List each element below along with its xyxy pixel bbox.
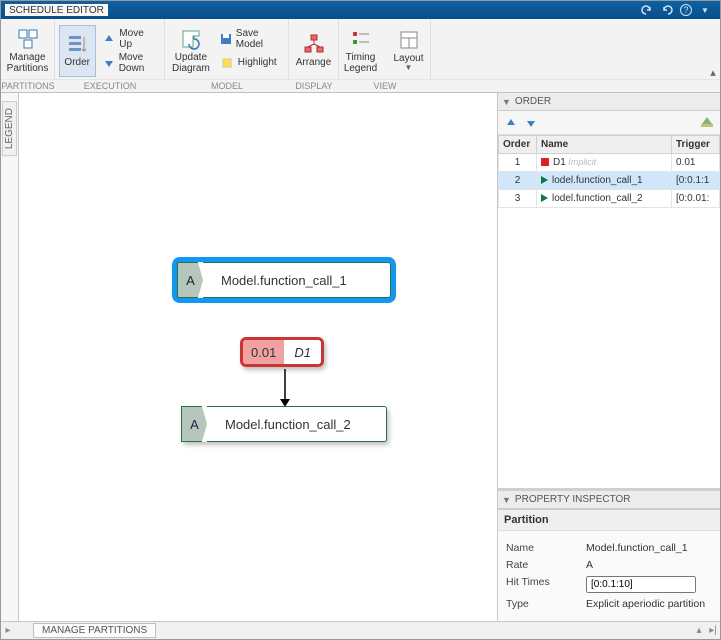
update-diagram-button[interactable]: Update Diagram: [169, 25, 213, 77]
col-name[interactable]: Name: [537, 136, 672, 154]
order-button[interactable]: Order: [59, 25, 96, 77]
window-title: SCHEDULE EDITOR: [5, 4, 108, 16]
chevron-down-icon: ▼: [502, 495, 511, 505]
ribbon-collapse-icon[interactable]: ▴: [706, 66, 720, 79]
section-label: PARTITIONS: [1, 80, 55, 92]
side-panel: ▼ ORDER Order Name Trigger: [498, 93, 720, 621]
export-icon[interactable]: [700, 114, 714, 131]
table-row[interactable]: 3lodel.function_call_2[0:0.01:: [499, 190, 720, 208]
partition-label: Model.function_call_2: [207, 406, 387, 442]
col-order[interactable]: Order: [499, 136, 537, 154]
titlebar-controls: ? ▼: [640, 3, 716, 17]
timing-legend-button[interactable]: Timing Legend: [338, 25, 384, 77]
highlight-button[interactable]: Highlight: [215, 52, 284, 74]
redo-icon[interactable]: [660, 3, 674, 17]
ribbon-group-view: Timing Legend Layout ▼: [339, 19, 431, 79]
statusbar: ▸ MANAGE PARTITIONS ▴ ▸|: [1, 621, 720, 639]
arrange-button[interactable]: Arrange: [291, 25, 337, 77]
chevron-down-icon: ▼: [502, 97, 511, 107]
col-trigger[interactable]: Trigger: [672, 136, 720, 154]
order-panel-title: ORDER: [515, 96, 551, 107]
property-inspector-title: PROPERTY INSPECTOR: [515, 494, 631, 505]
partition-node-1[interactable]: A Model.function_call_1: [177, 262, 391, 298]
order-table: Order Name Trigger 1D1 Implicit0.012lode…: [498, 135, 720, 208]
arrow-up-icon: [103, 32, 116, 46]
prop-row-rate: Rate A: [506, 559, 712, 571]
status-scroll-up[interactable]: ▴: [692, 625, 706, 636]
order-panel-header[interactable]: ▼ ORDER: [498, 93, 720, 111]
order-move-up[interactable]: [504, 116, 518, 130]
arrow-down-icon: [103, 56, 115, 70]
layout-button[interactable]: Layout ▼: [386, 25, 432, 77]
prop-row-hit-times: Hit Times: [506, 576, 712, 593]
section-label: VIEW: [339, 80, 431, 92]
ribbon: Manage Partitions Order: [1, 19, 720, 93]
order-icon: [66, 33, 88, 55]
legend-tab[interactable]: LEGEND: [2, 101, 17, 156]
periodic-node[interactable]: 0.01 D1: [240, 337, 324, 367]
main-area: LEGEND A Model.function_call_1 0.01 D1 A…: [1, 93, 720, 621]
partition-label: Model.function_call_1: [203, 262, 391, 298]
rate-badge: A: [181, 406, 207, 442]
status-tab[interactable]: MANAGE PARTITIONS: [33, 623, 156, 638]
chevron-down-icon: ▼: [405, 64, 413, 73]
section-label: EXECUTION: [55, 80, 165, 92]
highlight-icon: [220, 56, 234, 70]
app-window: SCHEDULE EDITOR ? ▼: [0, 0, 721, 640]
manage-partitions-button[interactable]: Manage Partitions: [5, 25, 51, 77]
arrange-icon: [303, 33, 325, 55]
table-row[interactable]: 1D1 Implicit0.01: [499, 154, 720, 172]
help-icon[interactable]: ?: [680, 4, 692, 16]
save-icon: [220, 32, 232, 46]
ribbon-group-partitions: Manage Partitions: [1, 19, 55, 79]
prop-row-name: Name Model.function_call_1: [506, 542, 712, 554]
legend-bar: LEGEND: [1, 93, 19, 621]
property-section-title: Partition: [498, 509, 720, 531]
partition-node-2[interactable]: A Model.function_call_2: [181, 406, 387, 442]
order-table-container: Order Name Trigger 1D1 Implicit0.012lode…: [498, 135, 720, 488]
titlebar: SCHEDULE EDITOR ? ▼: [1, 1, 720, 19]
layout-icon: [398, 29, 420, 51]
property-body: Name Model.function_call_1 Rate A Hit Ti…: [498, 531, 720, 621]
play-icon: [541, 194, 548, 202]
periodic-name: D1: [284, 340, 321, 364]
prop-row-type: Type Explicit aperiodic partition: [506, 598, 712, 610]
section-label: MODEL: [165, 80, 289, 92]
status-prev-icon[interactable]: ▸: [1, 625, 15, 636]
move-down-button[interactable]: Move Down: [98, 52, 161, 74]
hit-times-input[interactable]: [586, 576, 696, 593]
update-diagram-icon: [180, 28, 202, 50]
status-next-icon[interactable]: ▸|: [706, 625, 720, 636]
diagram-canvas[interactable]: A Model.function_call_1 0.01 D1 A Model.…: [19, 93, 498, 621]
play-icon: [541, 176, 548, 184]
connection-arrow: [279, 369, 291, 409]
move-up-button[interactable]: Move Up: [98, 28, 161, 50]
order-move-down[interactable]: [524, 116, 538, 130]
ribbon-group-display: Arrange: [289, 19, 339, 79]
undo-icon[interactable]: [640, 3, 654, 17]
table-row[interactable]: 2lodel.function_call_1[0:0.1:1: [499, 172, 720, 190]
help-dropdown-icon[interactable]: ▼: [698, 3, 712, 17]
ribbon-group-execution: Order Move Up Move Down: [55, 19, 165, 79]
order-toolbar: [498, 111, 720, 135]
rate-badge: A: [177, 262, 203, 298]
square-icon: [541, 158, 549, 166]
property-inspector-header[interactable]: ▼ PROPERTY INSPECTOR: [498, 491, 720, 509]
ribbon-group-model: Update Diagram Save Model Highlight: [165, 19, 289, 79]
periodic-rate: 0.01: [243, 340, 284, 364]
save-model-button[interactable]: Save Model: [215, 28, 284, 50]
manage-partitions-icon: [17, 28, 39, 50]
timing-legend-icon: [350, 28, 372, 50]
section-label: DISPLAY: [289, 80, 339, 92]
